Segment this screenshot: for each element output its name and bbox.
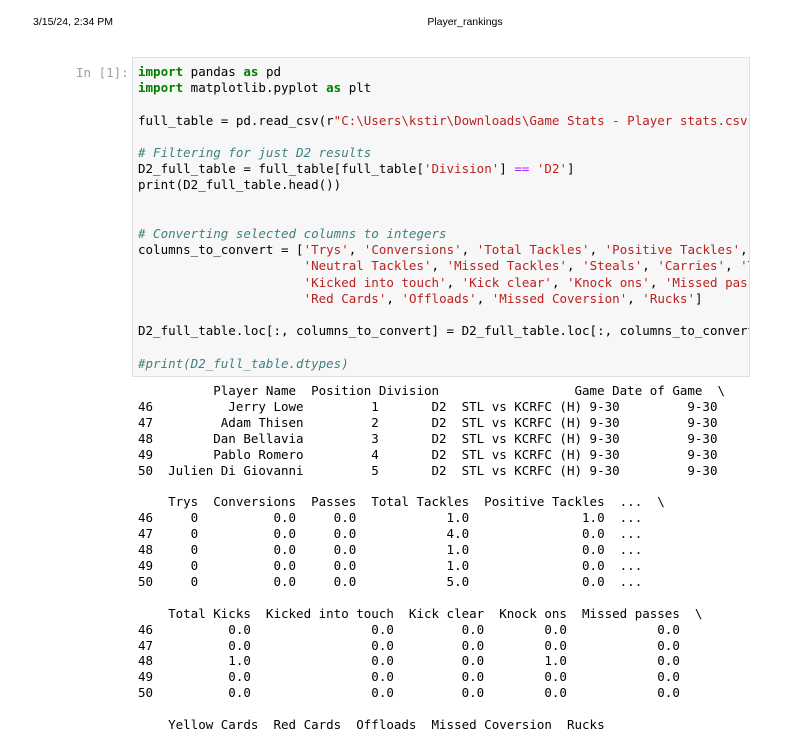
code-line: columns_to_convert = ['Trys', 'Conversio… <box>138 242 748 258</box>
output-line: 49 Pablo Romero 4 D2 STL vs KCRFC (H) 9-… <box>138 446 741 462</box>
code-line: print(D2_full_table.head()) <box>138 177 342 193</box>
output-text: Player Name Position Division Game Date … <box>138 383 807 733</box>
print-header: 3/15/24, 2:34 PM Player_rankings <box>0 16 807 30</box>
output-line: 50 Julien Di Giovanni 5 D2 STL vs KCRFC … <box>138 462 741 478</box>
code-line: 'Neutral Tackles', 'Missed Tackles', 'St… <box>303 258 749 274</box>
output-line: 48 Dan Bellavia 3 D2 STL vs KCRFC (H) 9-… <box>138 430 741 446</box>
output-line: 50 0.0 0.0 0.0 0.0 0.0 <box>138 685 703 701</box>
output-line: 47 0.0 0.0 0.0 0.0 0.0 <box>138 637 703 653</box>
code-line: # Filtering for just D2 results <box>138 145 372 161</box>
code-line: 'Red Cards', 'Offloads', 'Missed Coversi… <box>303 290 703 306</box>
code-line: import matplotlib.pyplot as plt <box>138 80 372 96</box>
code-line: #print(D2_full_table.dtypes) <box>138 355 349 371</box>
code-line: 'Kicked into touch', 'Kick clear', 'Knoc… <box>303 274 749 290</box>
document-title: Player_rankings <box>427 16 503 28</box>
code-line: D2_full_table.loc[:, columns_to_convert]… <box>138 323 750 339</box>
output-line: Total Kicks Kicked into touch Kick clear… <box>138 605 703 621</box>
code-cell[interactable]: import pandas as pd import matplotlib.py… <box>132 57 750 377</box>
cell-prompt: In [1]: <box>76 65 129 80</box>
code-line: full_table = pd.read_csv(r"C:\Users\ksti… <box>138 112 750 128</box>
code-line: D2_full_table = full_table[full_table['D… <box>138 161 575 177</box>
cell-output: Player Name Position Division Game Date … <box>138 383 807 733</box>
code-line: import pandas as pd <box>138 64 282 79</box>
output-line: 46 Jerry Lowe 1 D2 STL vs KCRFC (H) 9-30… <box>138 398 741 414</box>
code-editor[interactable]: import pandas as pd import matplotlib.py… <box>133 58 749 372</box>
output-line: 49 0 0.0 0.0 1.0 0.0 ... <box>138 557 665 573</box>
output-line: 49 0.0 0.0 0.0 0.0 0.0 <box>138 669 703 685</box>
code-line: # Converting selected columns to integer… <box>138 226 447 242</box>
output-line: Yellow Cards Red Cards Offloads Missed C… <box>138 717 605 733</box>
output-line: 47 Adam Thisen 2 D2 STL vs KCRFC (H) 9-3… <box>138 414 741 430</box>
output-line: 48 1.0 0.0 0.0 1.0 0.0 <box>138 653 703 669</box>
output-line: Trys Conversions Passes Total Tackles Po… <box>138 494 665 510</box>
output-line: 47 0 0.0 0.0 4.0 0.0 ... <box>138 526 665 542</box>
output-line: Player Name Position Division Game Date … <box>138 383 725 398</box>
output-line: 48 0 0.0 0.0 1.0 0.0 ... <box>138 542 665 558</box>
output-line: 46 0.0 0.0 0.0 0.0 0.0 <box>138 621 703 637</box>
output-line: 50 0 0.0 0.0 5.0 0.0 ... <box>138 573 665 589</box>
output-line: 46 0 0.0 0.0 1.0 1.0 ... <box>138 510 665 526</box>
